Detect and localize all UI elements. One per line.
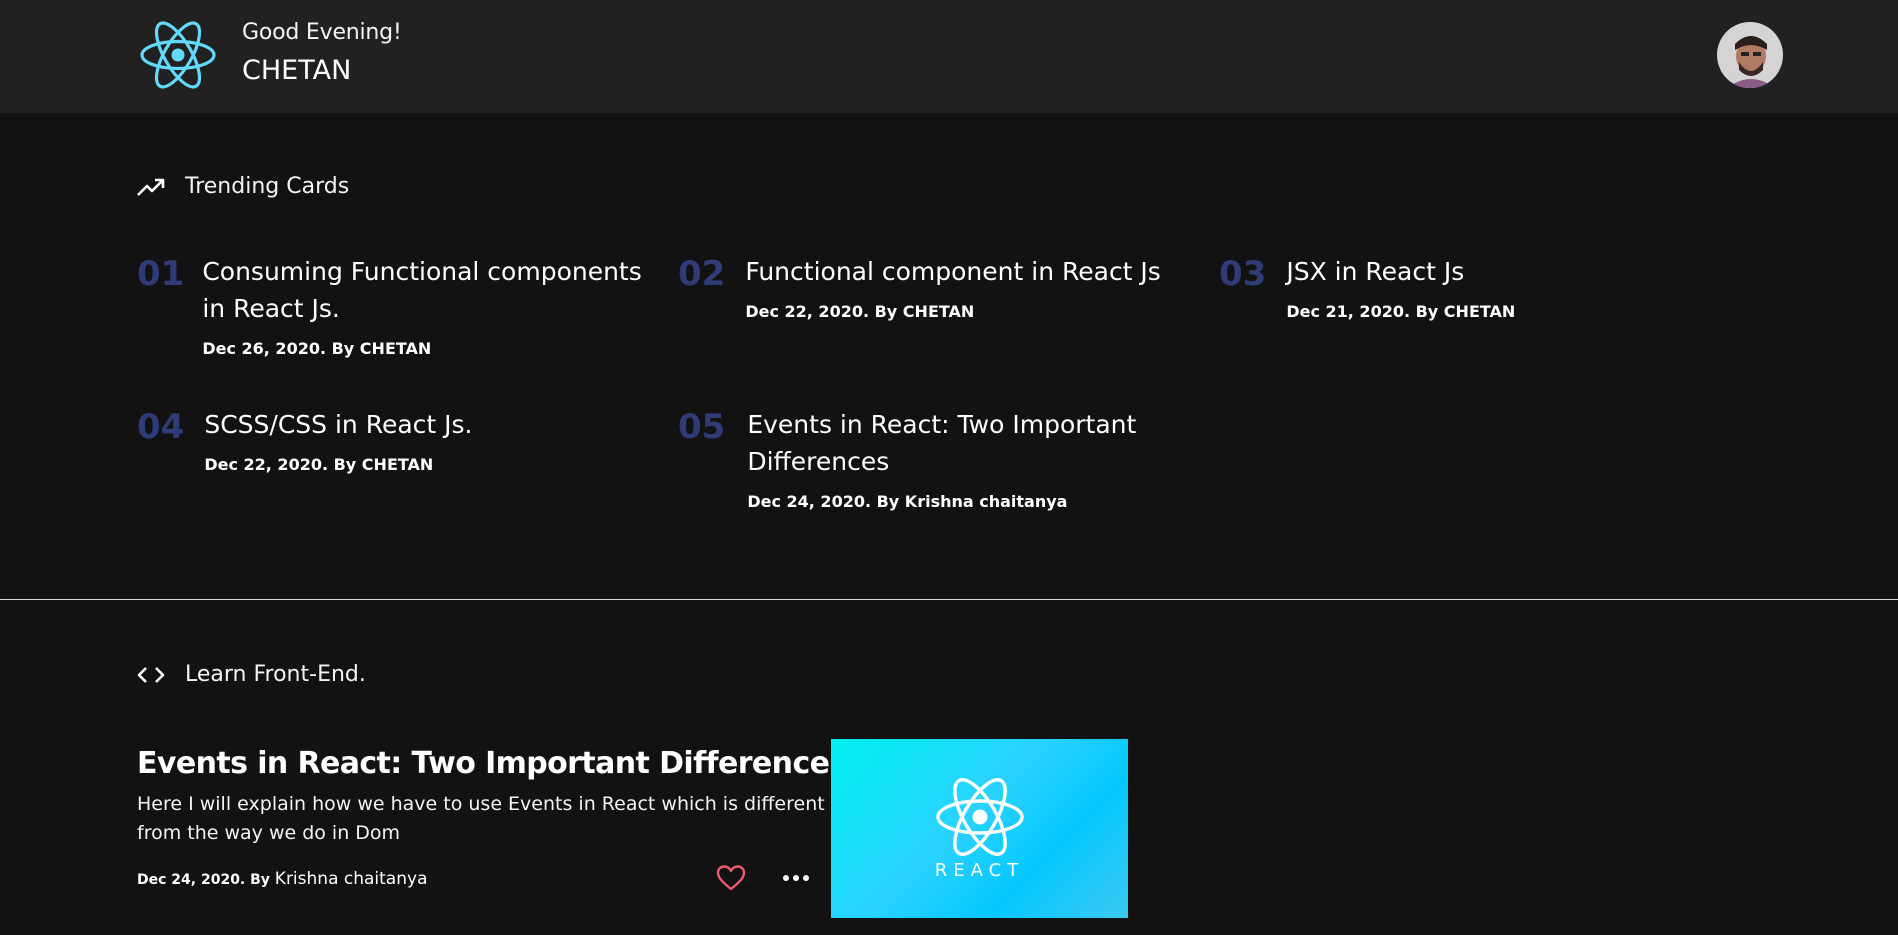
card-title-line: JSX in React Js [1286, 257, 1465, 286]
article-title[interactable]: Events in React: Two Important Differenc… [137, 746, 847, 781]
trending-heading: Trending Cards [137, 174, 349, 199]
thumbnail-caption: REACT [934, 860, 1025, 881]
code-brackets-icon [137, 663, 165, 687]
more-dots-icon[interactable] [783, 869, 813, 887]
dot [803, 875, 809, 881]
card-meta: Dec 26, 2020. By CHETAN [202, 339, 432, 358]
card-number: 02 [678, 254, 726, 294]
article-description: Here I will explain how we have to use E… [137, 793, 825, 844]
dot [783, 875, 789, 881]
top-header: Good Evening! CHETAN [0, 0, 1898, 113]
react-logo-icon[interactable] [138, 19, 218, 91]
article-author: Krishna chaitanya [274, 869, 428, 889]
card-title[interactable]: Consuming Functional components in React… [202, 253, 641, 327]
article-date: Dec 24, 2020. By [137, 872, 270, 888]
card-title-line: Events in React: Two Important [747, 410, 1137, 439]
avatar[interactable] [1717, 22, 1783, 88]
card-meta: Dec 22, 2020. By CHETAN [204, 455, 434, 474]
card-title-line: Differences [747, 447, 890, 476]
card-meta: Dec 21, 2020. By CHETAN [1286, 302, 1516, 321]
heart-icon[interactable] [716, 864, 746, 892]
card-meta: Dec 22, 2020. By CHETAN [745, 302, 975, 321]
trending-card-4[interactable]: 04 SCSS/CSS in React Js. Dec 22, 2020. B… [137, 406, 472, 474]
react-atom-icon [935, 778, 1024, 856]
article-meta: Dec 24, 2020. By Krishna chaitanya [137, 869, 427, 889]
card-title[interactable]: Events in React: Two Important Differenc… [747, 406, 1136, 480]
card-title[interactable]: JSX in React Js [1286, 253, 1515, 290]
section-divider [0, 599, 1898, 600]
card-meta: Dec 24, 2020. By Krishna chaitanya [747, 492, 1068, 511]
trending-card-1[interactable]: 01 Consuming Functional components in Re… [137, 253, 642, 358]
card-number: 05 [678, 407, 726, 447]
learn-heading: Learn Front-End. [137, 662, 366, 687]
card-title[interactable]: Functional component in React Js [745, 253, 1161, 290]
card-title-line: SCSS/CSS in React Js. [204, 410, 473, 439]
card-title-line: Functional component in React Js [745, 257, 1161, 286]
trending-card-3[interactable]: 03 JSX in React Js Dec 21, 2020. By CHET… [1219, 253, 1515, 321]
greeting-text: Good Evening! [242, 20, 402, 45]
user-name: CHETAN [242, 55, 352, 86]
card-number: 01 [137, 254, 185, 294]
article-thumbnail[interactable]: REACT [831, 739, 1128, 918]
card-title-line: in React Js. [202, 294, 340, 323]
dot [793, 875, 799, 881]
trending-card-5[interactable]: 05 Events in React: Two Important Differ… [678, 406, 1136, 511]
card-title[interactable]: SCSS/CSS in React Js. [204, 406, 472, 443]
trending-card-2[interactable]: 02 Functional component in React Js Dec … [678, 253, 1161, 321]
card-number: 04 [137, 407, 185, 447]
card-title-line: Consuming Functional components [202, 257, 642, 286]
card-number: 03 [1219, 254, 1267, 294]
learn-heading-label: Learn Front-End. [185, 662, 366, 687]
trending-up-icon [137, 175, 165, 199]
trending-heading-label: Trending Cards [185, 174, 350, 199]
